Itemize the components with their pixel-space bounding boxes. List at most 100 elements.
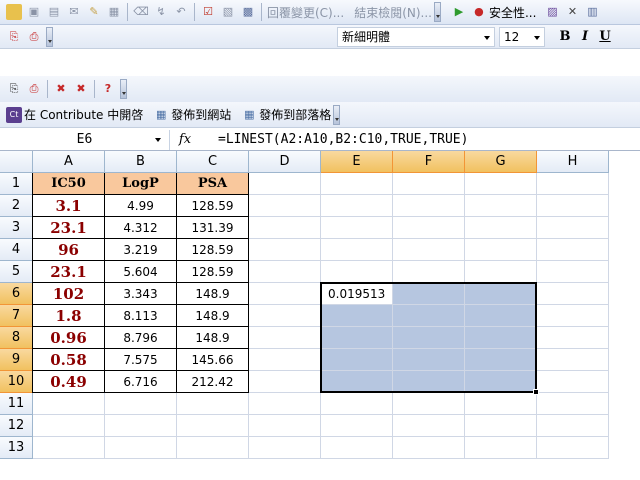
tools-icon[interactable]: ✕ <box>564 4 580 20</box>
pencil-icon[interactable]: ✎ <box>86 4 102 20</box>
active-cell-e6[interactable]: 0.019513 <box>322 284 392 304</box>
cell-c3[interactable]: 131.39 <box>177 217 249 239</box>
row-header-3[interactable]: 3 <box>0 217 33 239</box>
toolbar-options-icon[interactable] <box>46 26 53 47</box>
cell-c13[interactable] <box>177 437 249 459</box>
cell-c12[interactable] <box>177 415 249 437</box>
cell-a3[interactable]: 23.1 <box>33 217 105 239</box>
cell-e4[interactable] <box>321 239 393 261</box>
cell-b1[interactable]: LogP <box>105 173 177 195</box>
fill-handle[interactable] <box>533 389 539 395</box>
cell-b3[interactable]: 4.312 <box>105 217 177 239</box>
column-header-h[interactable]: H <box>537 151 609 173</box>
row-header-5[interactable]: 5 <box>0 261 33 283</box>
cell-b7[interactable]: 8.113 <box>105 305 177 327</box>
pdf-help-icon[interactable]: ? <box>100 81 116 97</box>
cell-f6[interactable] <box>393 283 465 305</box>
cell-c4[interactable]: 128.59 <box>177 239 249 261</box>
cell-g12[interactable] <box>465 415 537 437</box>
cell-f11[interactable] <box>393 393 465 415</box>
cell-g4[interactable] <box>465 239 537 261</box>
cell-d8[interactable] <box>249 327 321 349</box>
cell-g9[interactable] <box>465 349 537 371</box>
cell-e5[interactable] <box>321 261 393 283</box>
delete-comment-icon[interactable]: ⌫ <box>133 4 149 20</box>
ink-icon[interactable]: ↯ <box>153 4 169 20</box>
cell-b8[interactable]: 8.796 <box>105 327 177 349</box>
cell-b11[interactable] <box>105 393 177 415</box>
cell-b12[interactable] <box>105 415 177 437</box>
row-header-8[interactable]: 8 <box>0 327 33 349</box>
cell-h9[interactable] <box>537 349 609 371</box>
cell-d12[interactable] <box>249 415 321 437</box>
insert-function-button[interactable]: fx <box>170 132 200 147</box>
cell-g8[interactable] <box>465 327 537 349</box>
cell-h10[interactable] <box>537 371 609 393</box>
cell-e1[interactable] <box>321 173 393 195</box>
play-icon[interactable]: ▶ <box>451 4 467 20</box>
cell-e13[interactable] <box>321 437 393 459</box>
column-header-e[interactable]: E <box>321 151 393 173</box>
cell-c2[interactable]: 128.59 <box>177 195 249 217</box>
column-header-d[interactable]: D <box>249 151 321 173</box>
cell-d1[interactable] <box>249 173 321 195</box>
record-icon[interactable]: ● <box>471 4 487 20</box>
cell-h7[interactable] <box>537 305 609 327</box>
cell-f12[interactable] <box>393 415 465 437</box>
cell-g3[interactable] <box>465 217 537 239</box>
cell-b4[interactable]: 3.219 <box>105 239 177 261</box>
comment-icon[interactable]: ▦ <box>106 4 122 20</box>
cell-f8[interactable] <box>393 327 465 349</box>
cell-e9[interactable] <box>321 349 393 371</box>
font-size-select[interactable]: 12 <box>499 26 545 47</box>
cell-g7[interactable] <box>465 305 537 327</box>
reply-changes-button[interactable]: 回覆變更(C)... <box>267 4 344 21</box>
column-header-a[interactable]: A <box>33 151 105 173</box>
cell-c6[interactable]: 148.9 <box>177 283 249 305</box>
cell-a9[interactable]: 0.58 <box>33 349 105 371</box>
cell-e11[interactable] <box>321 393 393 415</box>
cell-e7[interactable] <box>321 305 393 327</box>
cell-a6[interactable]: 102 <box>33 283 105 305</box>
cell-c5[interactable]: 128.59 <box>177 261 249 283</box>
cell-h2[interactable] <box>537 195 609 217</box>
cell-h6[interactable] <box>537 283 609 305</box>
publish-site-icon[interactable]: ▦ <box>153 107 169 123</box>
cell-h13[interactable] <box>537 437 609 459</box>
cell-e3[interactable] <box>321 217 393 239</box>
pdf-review-icon[interactable]: ⎙ <box>26 81 42 97</box>
underline-button[interactable]: U <box>595 27 615 47</box>
cell-d5[interactable] <box>249 261 321 283</box>
cell-h11[interactable] <box>537 393 609 415</box>
cell-d10[interactable] <box>249 371 321 393</box>
toolbar-options-icon[interactable] <box>333 104 341 125</box>
design-mode-icon[interactable]: ▥ <box>584 4 600 20</box>
select-all-corner[interactable] <box>0 151 33 173</box>
column-header-f[interactable]: F <box>393 151 465 173</box>
cell-f7[interactable] <box>393 305 465 327</box>
row-header-1[interactable]: 1 <box>0 173 33 195</box>
cell-c7[interactable]: 148.9 <box>177 305 249 327</box>
cell-e8[interactable] <box>321 327 393 349</box>
cell-g5[interactable] <box>465 261 537 283</box>
cell-h8[interactable] <box>537 327 609 349</box>
compare-icon[interactable]: ▧ <box>220 4 236 20</box>
column-header-g[interactable]: G <box>465 151 537 173</box>
cell-c8[interactable]: 148.9 <box>177 327 249 349</box>
protect-icon[interactable]: ▩ <box>240 4 256 20</box>
chevron-down-icon[interactable] <box>155 137 161 142</box>
cell-h5[interactable] <box>537 261 609 283</box>
pdf-mail-icon[interactable]: ⎙ <box>26 29 42 45</box>
cell-a10[interactable]: 0.49 <box>33 371 105 393</box>
mail-icon[interactable]: ✉ <box>66 4 82 20</box>
row-header-4[interactable]: 4 <box>0 239 33 261</box>
cell-a7[interactable]: 1.8 <box>33 305 105 327</box>
font-name-select[interactable]: 新細明體 <box>337 26 495 47</box>
document-icon[interactable]: ▤ <box>46 4 62 20</box>
cell-g2[interactable] <box>465 195 537 217</box>
cell-e12[interactable] <box>321 415 393 437</box>
row-header-12[interactable]: 12 <box>0 415 33 437</box>
row-header-7[interactable]: 7 <box>0 305 33 327</box>
cell-g10[interactable] <box>465 371 537 393</box>
cell-d4[interactable] <box>249 239 321 261</box>
